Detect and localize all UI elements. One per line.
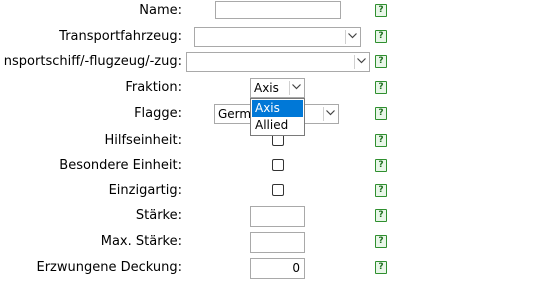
einzigartig-help-icon[interactable]: ?: [375, 184, 387, 197]
row-fraktion: Fraktion: Axis ?: [0, 77, 541, 99]
row-max-staerke: Max. Stärke: ?: [0, 231, 541, 253]
transportschiff-help-icon[interactable]: ?: [375, 55, 387, 68]
besondere-einheit-checkbox[interactable]: [272, 159, 284, 171]
erzwungene-deckung-label: Erzwungene Deckung:: [36, 260, 182, 275]
besondere-einheit-label: Besondere Einheit:: [59, 158, 182, 173]
erzwungene-deckung-help-icon[interactable]: ?: [375, 261, 387, 274]
fraktion-label: Fraktion:: [125, 80, 182, 95]
transportschiff-select[interactable]: [186, 52, 370, 72]
flagge-value: Germ: [218, 107, 252, 121]
chevron-down-icon[interactable]: [323, 107, 336, 121]
row-name: Name: ?: [0, 0, 541, 22]
transportschiff-label: nsportschiff/-flugzeug/-zug:: [3, 54, 182, 69]
chevron-down-icon[interactable]: [345, 30, 358, 44]
row-transportfahrzeug: Transportfahrzeug: ?: [0, 26, 541, 48]
name-help-icon[interactable]: ?: [375, 4, 387, 17]
erzwungene-deckung-input[interactable]: 0: [250, 258, 305, 279]
max-staerke-input[interactable]: [250, 232, 305, 253]
flagge-label: Flagge:: [134, 106, 182, 121]
transportfahrzeug-select[interactable]: [194, 27, 361, 47]
flagge-help-icon[interactable]: ?: [375, 107, 387, 120]
row-besondere-einheit: Besondere Einheit: ?: [0, 155, 541, 177]
einzigartig-label: Einzigartig:: [108, 183, 182, 198]
row-erzwungene-deckung: Erzwungene Deckung: 0 ?: [0, 257, 541, 279]
staerke-label: Stärke:: [135, 208, 182, 223]
hilfseinheit-label: Hilfseinheit:: [104, 133, 182, 148]
fraktion-dropdown-list: Axis Allied: [250, 98, 305, 136]
einzigartig-checkbox[interactable]: [272, 184, 284, 196]
besondere-einheit-help-icon[interactable]: ?: [375, 159, 387, 172]
row-staerke: Stärke: ?: [0, 205, 541, 227]
transportfahrzeug-label: Transportfahrzeug:: [59, 29, 182, 44]
hilfseinheit-help-icon[interactable]: ?: [375, 134, 387, 147]
chevron-down-icon[interactable]: [354, 55, 367, 69]
row-einzigartig: Einzigartig: ?: [0, 180, 541, 202]
name-label: Name:: [139, 3, 182, 18]
staerke-input[interactable]: [250, 206, 305, 227]
fraktion-option-axis[interactable]: Axis: [252, 100, 303, 117]
fraktion-select[interactable]: Axis: [250, 78, 305, 98]
max-staerke-help-icon[interactable]: ?: [375, 235, 387, 248]
fraktion-option-allied[interactable]: Allied: [252, 117, 303, 134]
transportfahrzeug-help-icon[interactable]: ?: [375, 30, 387, 43]
staerke-help-icon[interactable]: ?: [375, 209, 387, 222]
name-input[interactable]: [215, 1, 341, 19]
row-transportschiff: nsportschiff/-flugzeug/-zug: ?: [0, 51, 541, 73]
fraktion-value: Axis: [254, 81, 279, 95]
max-staerke-label: Max. Stärke:: [100, 234, 182, 249]
chevron-down-icon[interactable]: [289, 81, 302, 95]
fraktion-help-icon[interactable]: ?: [375, 81, 387, 94]
